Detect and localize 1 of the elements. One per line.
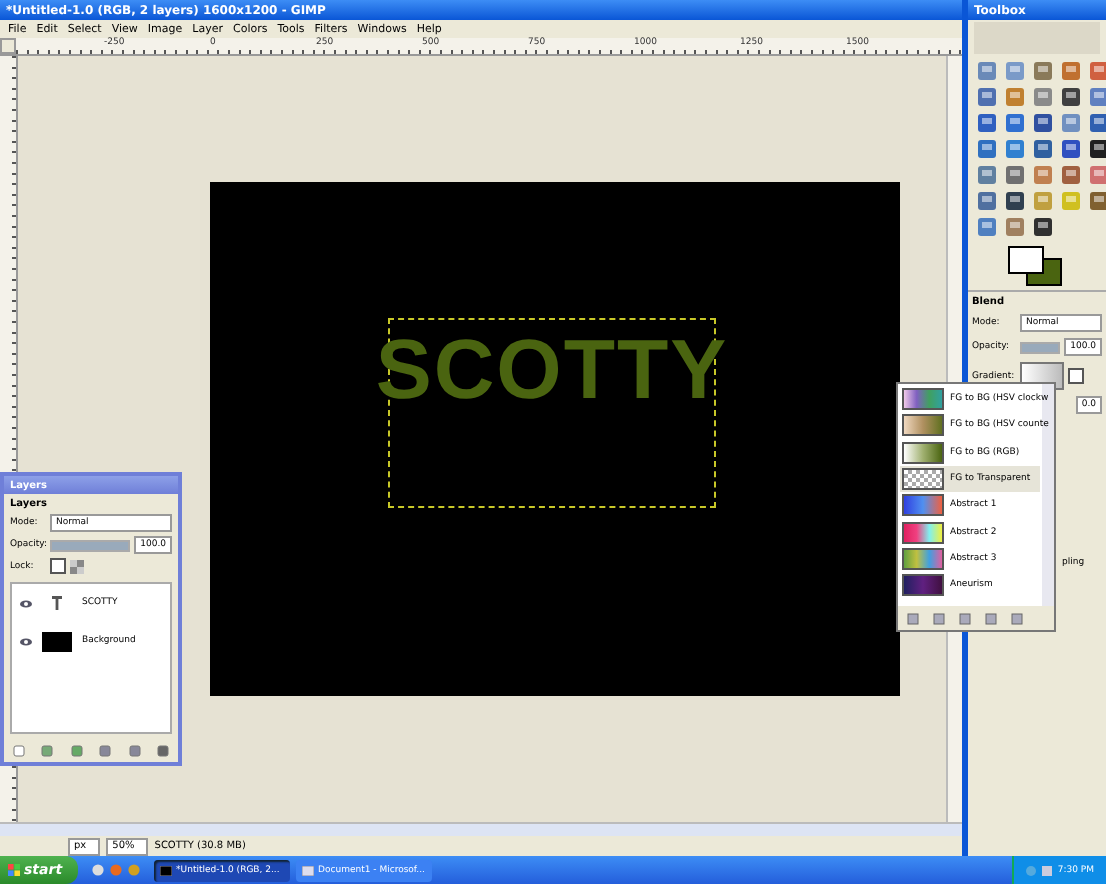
canvas-text: SCOTTY [375, 328, 729, 420]
